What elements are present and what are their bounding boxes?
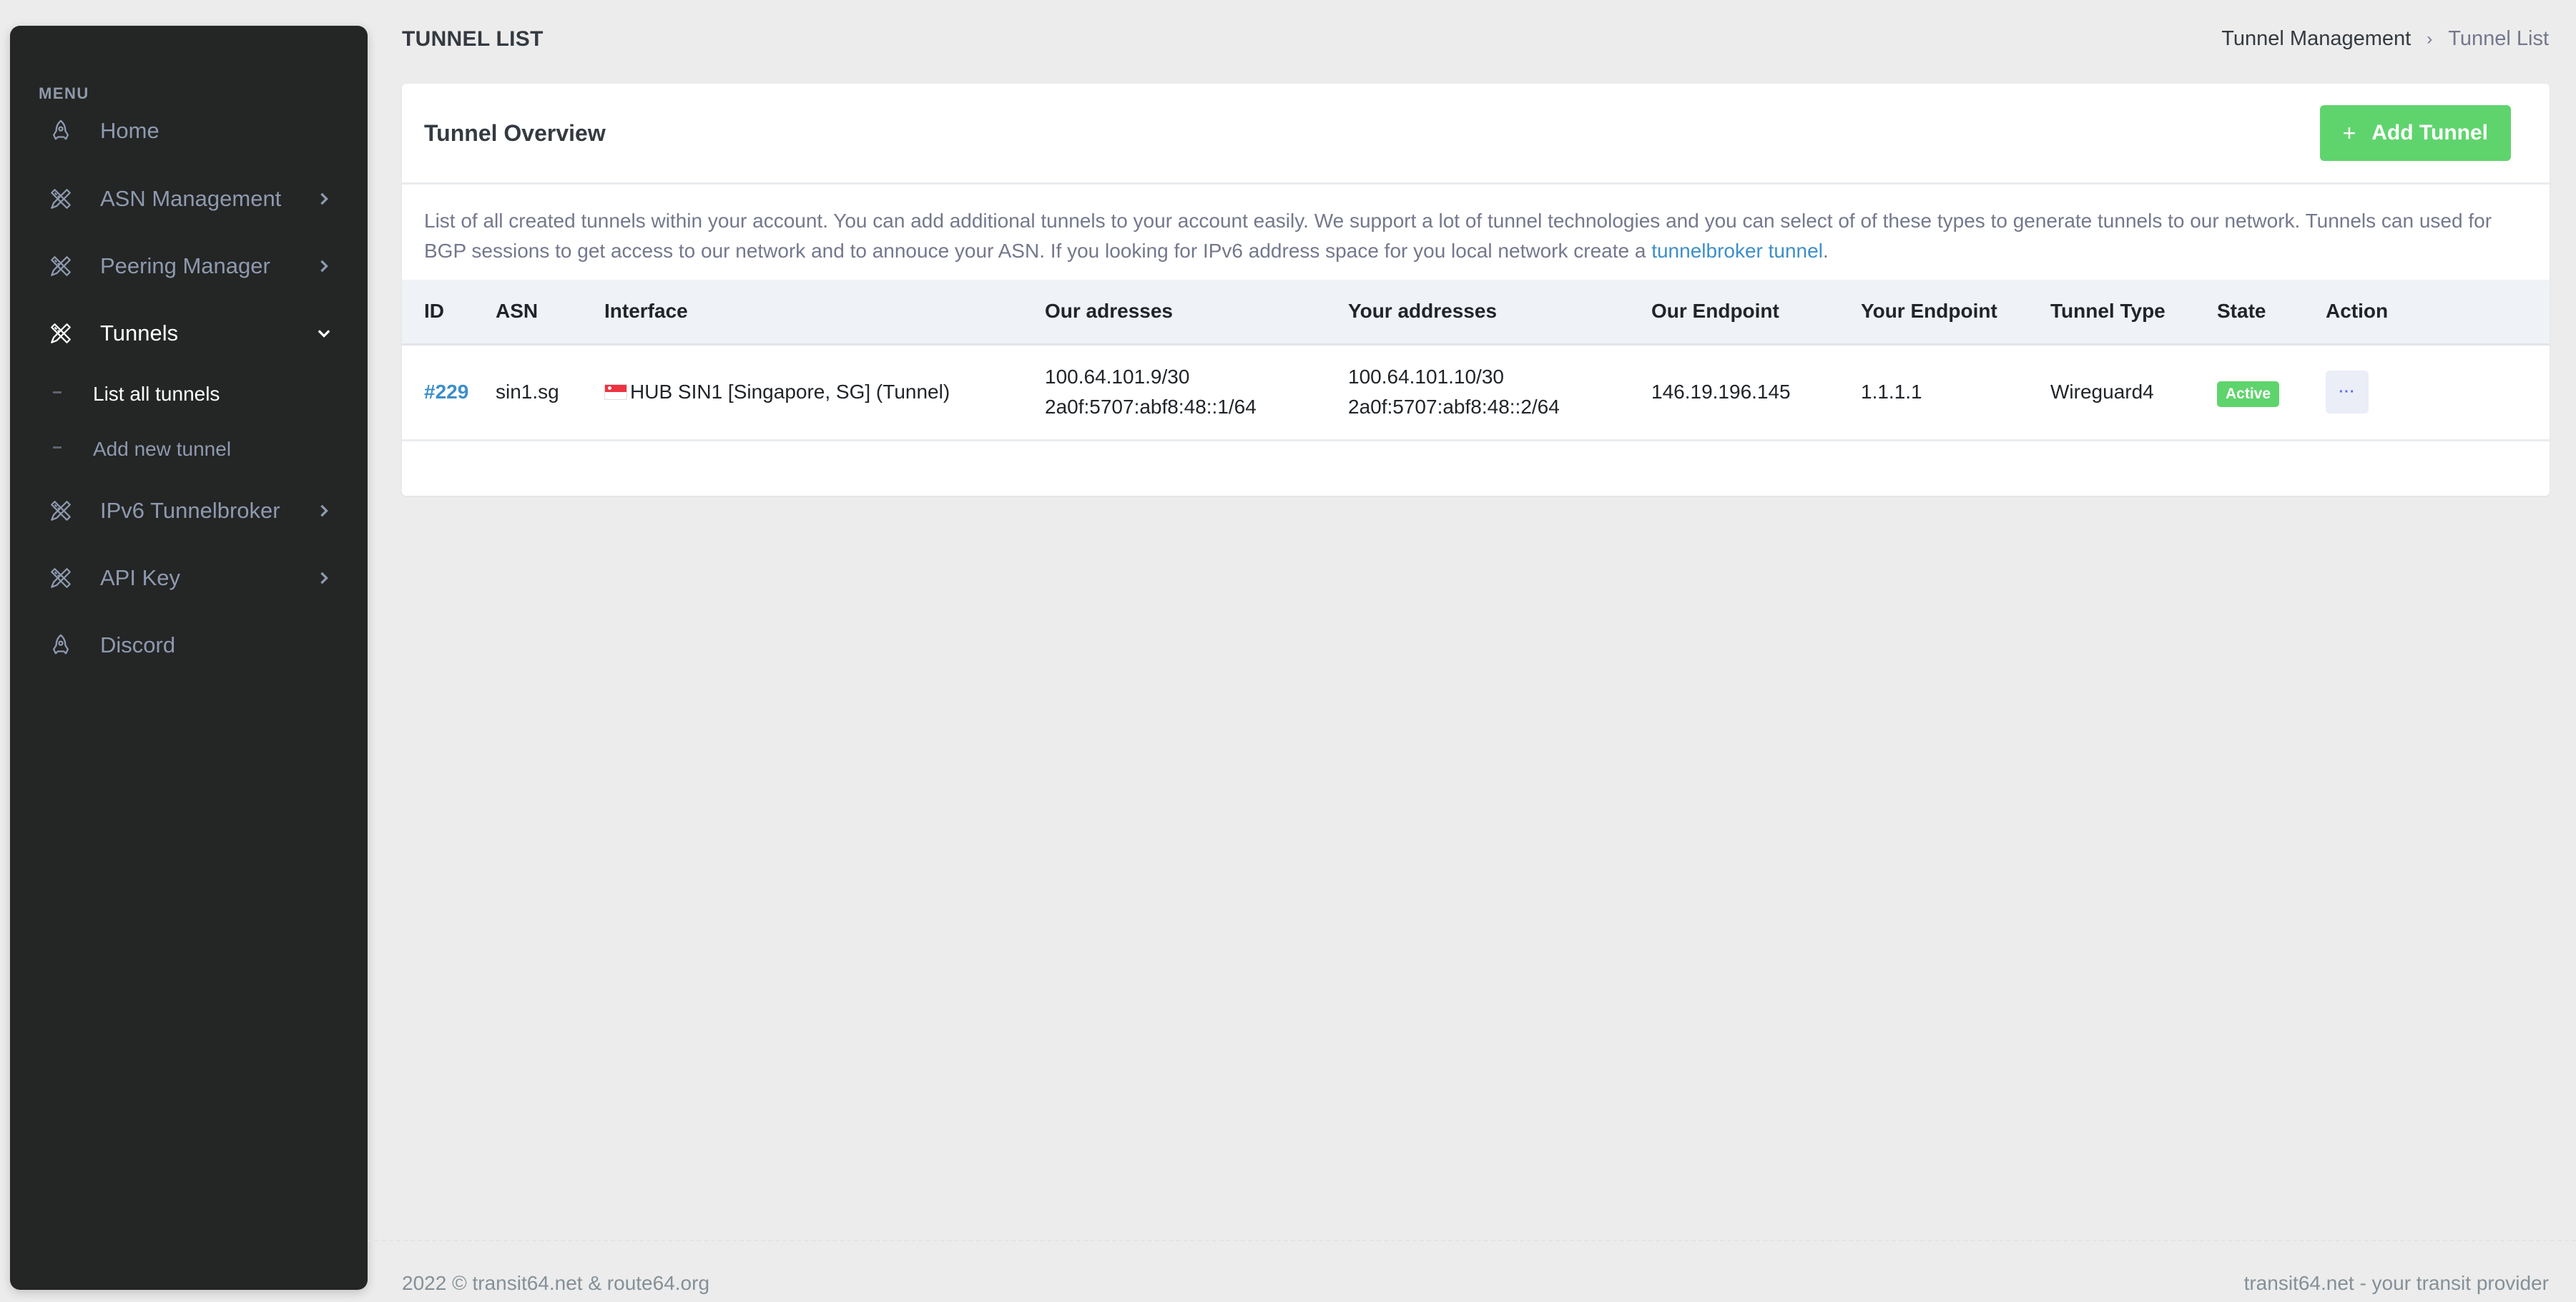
card-header: Tunnel Overview + Add Tunnel [402,84,2550,185]
your-address-v4: 100.64.101.10/30 [1348,366,1504,388]
sidebar-item-peering-manager[interactable]: Peering Manager [10,241,368,291]
more-horizontal-icon: ··· [2339,383,2356,400]
chevron-right-icon [313,192,335,205]
sidebar-item-label: Peering Manager [100,253,270,278]
sidebar-item-label: Discord [100,632,176,657]
sidebar: MENU Home ASN Management Peering Manager… [10,26,368,1290]
breadcrumb: Tunnel Management › Tunnel List [2221,27,2549,51]
breadcrumb-parent-link[interactable]: Tunnel Management [2221,27,2411,51]
sidebar-item-tunnels[interactable]: Tunnels [10,308,368,358]
card-title: Tunnel Overview [424,119,606,146]
chevron-right-icon: › [2427,29,2433,49]
footer-copyright: 2022 © transit64.net & route64.org [402,1272,710,1294]
sidebar-subitem-list-all-tunnels[interactable]: List all tunnels [10,373,368,416]
cell-our-endpoint: 146.19.196.145 [1651,344,1861,441]
add-tunnel-label: Add Tunnel [2371,121,2488,145]
status-badge: Active [2217,381,2280,407]
interface-name: HUB SIN1 [Singapore, SG] (Tunnel) [630,381,950,403]
cell-state: Active [2217,344,2326,441]
sidebar-item-asn-management[interactable]: ASN Management [10,174,368,224]
cell-action: ··· [2326,344,2550,441]
column-header-action: Action [2326,280,2550,346]
tools-icon [46,184,76,214]
tools-icon [46,251,76,281]
rocket-icon [46,116,76,146]
card-description: List of all created tunnels within your … [402,185,2550,280]
chevron-right-icon [313,504,335,517]
sidebar-item-label: Home [100,118,159,143]
description-end: . [1822,240,1829,262]
breadcrumb-current: Tunnel List [2448,27,2549,50]
sidebar-item-discord[interactable]: Discord [10,620,368,670]
our-address-v4: 100.64.101.9/30 [1045,366,1190,388]
dash-icon [53,446,62,449]
cell-your-addresses: 100.64.101.10/30 2a0f:5707:abf8:48::2/64 [1348,344,1651,441]
column-header-our-endpoint: Our Endpoint [1651,280,1861,346]
table-row: #229 sin1.sg HUB SIN1 [Singapore, SG] (T… [402,344,2550,441]
column-header-your-addresses: Your addresses [1348,280,1651,346]
table-header-row: ID ASN Interface Our adresses Your addre… [402,280,2550,346]
sidebar-item-ipv6-tunnelbroker[interactable]: IPv6 Tunnelbroker [10,486,368,536]
tools-icon [46,563,76,593]
add-tunnel-button[interactable]: + Add Tunnel [2319,105,2511,161]
footer-divider [368,1240,2576,1241]
menu-title: MENU [39,84,89,102]
row-actions-button[interactable]: ··· [2326,371,2369,413]
singapore-flag-icon [604,384,627,400]
tunnel-overview-card: Tunnel Overview + Add Tunnel List of all… [402,84,2550,496]
sidebar-item-label: Tunnels [100,320,179,346]
column-header-our-addresses: Our adresses [1045,280,1348,346]
chevron-right-icon [313,260,335,273]
page-title: TUNNEL LIST [402,27,544,51]
sidebar-subitem-label: Add new tunnel [93,438,232,460]
cell-tunnel-type: Wireguard4 [2050,344,2217,441]
cell-asn: sin1.sg [496,344,604,441]
footer-tagline: transit64.net - your transit provider [2243,1272,2549,1294]
column-header-tunnel-type: Tunnel Type [2050,280,2217,346]
sidebar-item-label: API Key [100,565,180,590]
tunnel-id-link[interactable]: #229 [424,381,468,403]
cell-your-endpoint: 1.1.1.1 [1861,344,2050,441]
sidebar-item-home[interactable]: Home [10,106,368,156]
sidebar-item-label: IPv6 Tunnelbroker [100,498,280,523]
sidebar-item-label: ASN Management [100,186,282,211]
cell-interface: HUB SIN1 [Singapore, SG] (Tunnel) [604,344,1045,441]
sidebar-item-api-key[interactable]: API Key [10,553,368,603]
column-header-your-endpoint: Your Endpoint [1861,280,2050,346]
tunnelbroker-tunnel-link[interactable]: tunnelbroker tunnel [1651,240,1823,262]
chevron-down-icon [313,327,335,340]
dash-icon [53,391,62,393]
our-address-v6: 2a0f:5707:abf8:48::1/64 [1045,396,1257,418]
cell-id: #229 [402,344,496,441]
cell-our-addresses: 100.64.101.9/30 2a0f:5707:abf8:48::1/64 [1045,344,1348,441]
tunnel-table: ID ASN Interface Our adresses Your addre… [402,280,2550,441]
chevron-right-icon [313,572,335,584]
column-header-interface: Interface [604,280,1045,346]
column-header-asn: ASN [496,280,604,346]
rocket-icon [46,630,76,660]
your-address-v6: 2a0f:5707:abf8:48::2/64 [1348,396,1560,418]
sidebar-subitem-add-new-tunnel[interactable]: Add new tunnel [10,428,368,471]
tools-icon [46,318,76,348]
plus-icon: + [2342,119,2356,146]
column-header-id: ID [402,280,496,346]
description-text: List of all created tunnels within your … [424,210,2492,262]
column-header-state: State [2217,280,2326,346]
tools-icon [46,496,76,526]
sidebar-subitem-label: List all tunnels [93,383,220,405]
